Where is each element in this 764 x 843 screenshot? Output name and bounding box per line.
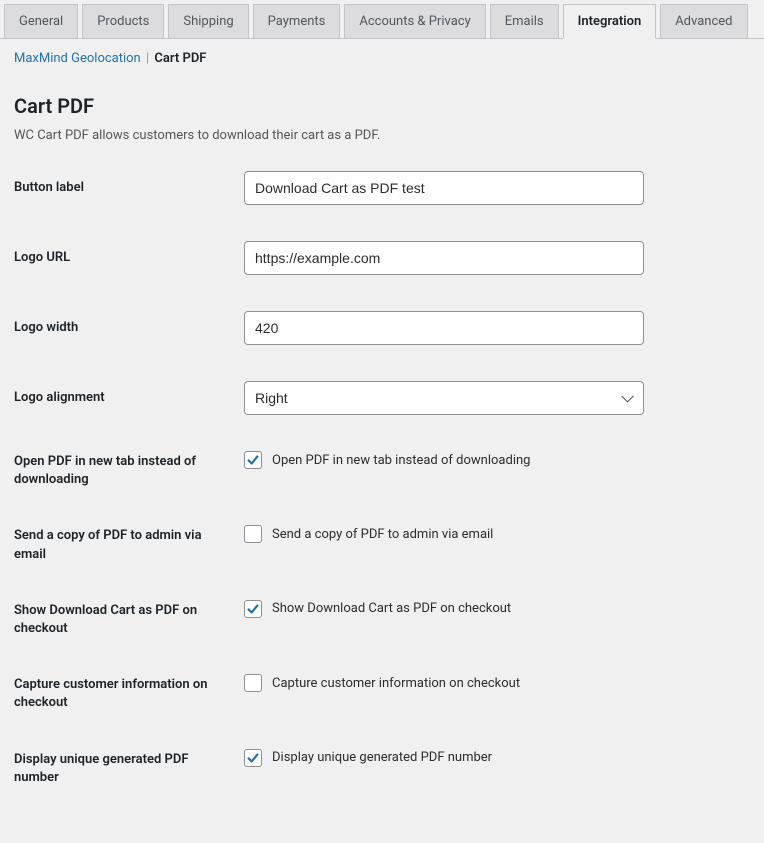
checkbox-label-show-on-checkout[interactable]: Show Download Cart as PDF on checkout (272, 601, 511, 616)
subnav-link-maxmind[interactable]: MaxMind Geolocation (14, 51, 141, 66)
checkbox-label-display-unique-number[interactable]: Display unique generated PDF number (272, 750, 492, 765)
checkbox-show-on-checkout[interactable] (244, 600, 262, 618)
select-logo-alignment[interactable]: Right (244, 381, 644, 415)
checkbox-label-open-new-tab[interactable]: Open PDF in new tab instead of downloadi… (272, 453, 530, 468)
page-heading: Cart PDF (14, 94, 750, 118)
checkbox-display-unique-number[interactable] (244, 749, 262, 767)
checkbox-open-new-tab[interactable] (244, 451, 262, 469)
subnav: MaxMind Geolocation | Cart PDF (0, 39, 764, 74)
content: Cart PDF WC Cart PDF allows customers to… (0, 74, 764, 843)
label-logo-url: Logo URL (14, 241, 244, 267)
tab-general[interactable]: General (4, 4, 78, 38)
label-logo-width: Logo width (14, 311, 244, 337)
label-open-new-tab: Open PDF in new tab instead of downloadi… (14, 451, 244, 489)
checkbox-capture-customer[interactable] (244, 674, 262, 692)
input-logo-url[interactable] (244, 241, 644, 275)
row-open-new-tab: Open PDF in new tab instead of downloadi… (14, 451, 750, 489)
tab-accounts-privacy[interactable]: Accounts & Privacy (344, 4, 485, 38)
subnav-separator: | (146, 51, 149, 66)
label-button-label: Button label (14, 171, 244, 197)
row-capture-customer: Capture customer information on checkout… (14, 674, 750, 712)
input-button-label[interactable] (244, 171, 644, 205)
label-send-admin-email: Send a copy of PDF to admin via email (14, 525, 244, 563)
page-description: WC Cart PDF allows customers to download… (14, 128, 750, 143)
tab-payments[interactable]: Payments (253, 4, 341, 38)
row-logo-alignment: Logo alignment Right (14, 381, 750, 415)
input-logo-width[interactable] (244, 311, 644, 345)
label-capture-customer: Capture customer information on checkout (14, 674, 244, 712)
tab-advanced[interactable]: Advanced (660, 4, 747, 38)
nav-tabs: GeneralProductsShippingPaymentsAccounts … (0, 0, 764, 39)
row-display-unique-number: Display unique generated PDF number Disp… (14, 749, 750, 787)
tab-shipping[interactable]: Shipping (168, 4, 248, 38)
subnav-current: Cart PDF (154, 51, 206, 66)
checkbox-label-capture-customer[interactable]: Capture customer information on checkout (272, 676, 520, 691)
tab-emails[interactable]: Emails (490, 4, 559, 38)
row-logo-url: Logo URL (14, 241, 750, 275)
row-send-admin-email: Send a copy of PDF to admin via email Se… (14, 525, 750, 563)
tab-integration[interactable]: Integration (563, 4, 657, 39)
checkbox-send-admin-email[interactable] (244, 525, 262, 543)
label-display-unique-number: Display unique generated PDF number (14, 749, 244, 787)
label-show-on-checkout: Show Download Cart as PDF on checkout (14, 600, 244, 638)
row-logo-width: Logo width (14, 311, 750, 345)
checkbox-label-send-admin-email[interactable]: Send a copy of PDF to admin via email (272, 527, 493, 542)
row-show-on-checkout: Show Download Cart as PDF on checkout Sh… (14, 600, 750, 638)
label-logo-alignment: Logo alignment (14, 381, 244, 407)
row-button-label: Button label (14, 171, 750, 205)
tab-products[interactable]: Products (82, 4, 164, 38)
